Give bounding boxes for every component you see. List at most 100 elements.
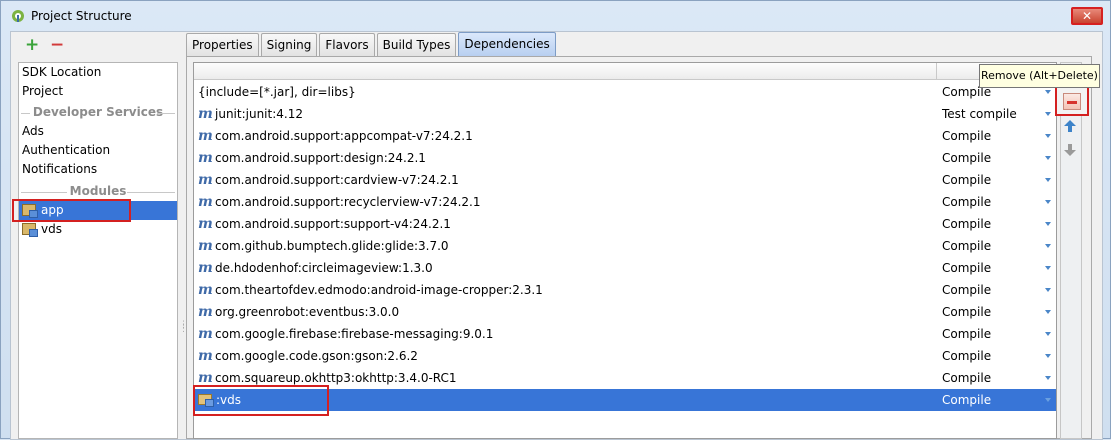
title-bar: Project Structure ✕ (1, 1, 1110, 31)
dependency-label: com.theartofdev.edmodo:android-image-cro… (215, 283, 543, 297)
table-row[interactable]: m com.github.bumptech.glide:glide:3.7.0 Co… (194, 235, 1056, 257)
move-down-icon[interactable] (1063, 143, 1077, 157)
scope-dropdown[interactable]: Test compile (942, 103, 1017, 125)
dropdown-arrow-icon[interactable] (1045, 354, 1051, 358)
scope-dropdown[interactable]: Compile (942, 345, 991, 367)
maven-library-icon: m (198, 260, 213, 276)
scope-dropdown[interactable]: Compile (942, 169, 991, 191)
remove-tooltip: Remove (Alt+Delete) (979, 64, 1100, 88)
dropdown-arrow-icon[interactable] (1045, 288, 1051, 292)
remove-dependency-button[interactable] (1055, 86, 1089, 116)
dependency-label: com.android.support:recyclerview-v7:24.2… (215, 195, 481, 209)
table-row[interactable]: m com.theartofdev.edmodo:android-image-cr… (194, 279, 1056, 301)
dependency-name-cell: m org.greenrobot:eventbus:3.0.0 (198, 301, 399, 323)
remove-icon[interactable]: − (50, 36, 64, 54)
dependency-name-cell: m com.android.support:support-v4:24.2.1 (198, 213, 451, 235)
scope-dropdown[interactable]: Compile (942, 323, 991, 345)
table-row[interactable]: m org.greenrobot:eventbus:3.0.0 Compile (194, 301, 1056, 323)
nav-item-authentication[interactable]: Authentication (19, 141, 177, 160)
dependency-name-cell: m com.android.support:cardview-v7:24.2.1 (198, 169, 459, 191)
tab-build-types[interactable]: Build Types (376, 33, 457, 56)
table-row[interactable]: m com.android.support:cardview-v7:24.2.1 C… (194, 169, 1056, 191)
module-item-vds[interactable]: vds (19, 220, 177, 239)
dropdown-arrow-icon[interactable] (1045, 266, 1051, 270)
dropdown-arrow-icon[interactable] (1045, 222, 1051, 226)
panel-splitter[interactable]: ⋮⋮ (179, 321, 188, 337)
scope-dropdown[interactable]: Compile (942, 235, 991, 257)
table-row[interactable]: m com.android.support:support-v4:24.2.1 Co… (194, 213, 1056, 235)
maven-library-icon: m (198, 238, 213, 254)
scope-dropdown[interactable]: Compile (942, 367, 991, 389)
nav-item-project[interactable]: Project (19, 82, 177, 101)
close-button[interactable]: ✕ (1071, 7, 1103, 25)
dropdown-arrow-icon[interactable] (1045, 90, 1051, 94)
module-icon (22, 223, 38, 237)
dropdown-arrow-icon[interactable] (1045, 310, 1051, 314)
developer-services-header: Developer Services (19, 103, 177, 122)
module-label: vds (41, 222, 62, 236)
maven-library-icon: m (198, 216, 213, 232)
scope-dropdown[interactable]: Compile (942, 191, 991, 213)
dependency-label: com.android.support:support-v4:24.2.1 (215, 217, 451, 231)
highlight-box-vds (193, 385, 329, 416)
scope-dropdown[interactable]: Compile (942, 125, 991, 147)
scope-dropdown[interactable]: Compile (942, 257, 991, 279)
table-row[interactable]: m com.android.support:design:24.2.1 Compil… (194, 147, 1056, 169)
dropdown-arrow-icon[interactable] (1045, 244, 1051, 248)
dropdown-arrow-icon[interactable] (1045, 112, 1051, 116)
tab-flavors[interactable]: Flavors (319, 33, 375, 56)
window-title: Project Structure (31, 9, 132, 23)
dropdown-arrow-icon[interactable] (1045, 134, 1051, 138)
scope-dropdown[interactable]: Compile (942, 279, 991, 301)
dependency-name-cell: m com.google.code.gson:gson:2.6.2 (198, 345, 418, 367)
scope-dropdown[interactable]: Compile (942, 147, 991, 169)
nav-item-sdk-location[interactable]: SDK Location (19, 63, 177, 82)
scope-dropdown[interactable]: Compile (942, 301, 991, 323)
dropdown-arrow-icon[interactable] (1045, 332, 1051, 336)
tab-properties[interactable]: Properties (186, 33, 259, 56)
dropdown-arrow-icon[interactable] (1045, 178, 1051, 182)
table-row[interactable]: m com.android.support:recyclerview-v7:24.… (194, 191, 1056, 213)
dependencies-table: {include=[*.jar], dir=libs} Compile m junit… (193, 62, 1057, 439)
move-up-icon[interactable] (1063, 119, 1077, 133)
dropdown-arrow-icon[interactable] (1045, 156, 1051, 160)
tab-bar: Properties Signing Flavors Build Types D… (186, 32, 558, 57)
dependency-label: de.hdodenhof:circleimageview:1.3.0 (215, 261, 433, 275)
nav-item-notifications[interactable]: Notifications (19, 160, 177, 179)
dependency-label: junit:junit:4.12 (215, 107, 303, 121)
table-row[interactable]: m com.google.code.gson:gson:2.6.2 Compile (194, 345, 1056, 367)
tab-signing[interactable]: Signing (260, 33, 318, 56)
dependency-label: com.squareup.okhttp3:okhttp:3.4.0-RC1 (215, 371, 457, 385)
dropdown-arrow-icon[interactable] (1045, 376, 1051, 380)
dependency-name-cell: m com.theartofdev.edmodo:android-image-cr… (198, 279, 543, 301)
table-row[interactable]: m com.android.support:appcompat-v7:24.2.1… (194, 125, 1056, 147)
maven-library-icon: m (198, 150, 213, 166)
column-divider[interactable] (936, 63, 937, 80)
highlight-box-app (12, 199, 131, 222)
dependency-name-cell: m com.google.firebase:firebase-messaging:… (198, 323, 493, 345)
table-header (194, 63, 1056, 80)
maven-library-icon: m (198, 348, 213, 364)
table-row[interactable]: m com.google.firebase:firebase-messaging:… (194, 323, 1056, 345)
developer-services-label: Developer Services (29, 105, 167, 119)
dependency-name-cell: m com.github.bumptech.glide:glide:3.7.0 (198, 235, 449, 257)
maven-library-icon: m (198, 172, 213, 188)
scope-dropdown[interactable]: Compile (942, 389, 991, 411)
table-row[interactable]: m junit:junit:4.12 Test compile (194, 103, 1056, 125)
add-icon[interactable]: + (25, 36, 39, 54)
table-row[interactable]: {include=[*.jar], dir=libs} Compile (194, 81, 1056, 103)
dependency-label: com.github.bumptech.glide:glide:3.7.0 (215, 239, 449, 253)
maven-library-icon: m (198, 128, 213, 144)
maven-library-icon: m (198, 106, 213, 122)
maven-library-icon: m (198, 326, 213, 342)
scope-dropdown[interactable]: Compile (942, 213, 991, 235)
android-studio-icon (12, 10, 24, 22)
dependency-name-cell: m de.hdodenhof:circleimageview:1.3.0 (198, 257, 433, 279)
table-row[interactable]: m de.hdodenhof:circleimageview:1.3.0 Compi… (194, 257, 1056, 279)
dropdown-arrow-icon[interactable] (1045, 398, 1051, 402)
dropdown-arrow-icon[interactable] (1045, 200, 1051, 204)
dependency-label: com.android.support:appcompat-v7:24.2.1 (215, 129, 473, 143)
tab-dependencies[interactable]: Dependencies (458, 32, 556, 56)
nav-item-ads[interactable]: Ads (19, 122, 177, 141)
dependency-name-cell: m junit:junit:4.12 (198, 103, 303, 125)
